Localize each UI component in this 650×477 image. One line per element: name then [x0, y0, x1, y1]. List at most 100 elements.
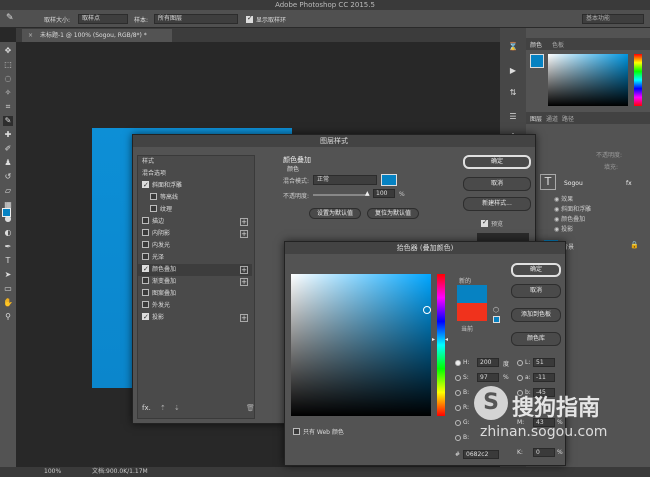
path-select-icon[interactable]: ➤	[3, 270, 13, 280]
b-radio[interactable]: B:	[455, 389, 469, 396]
layer-fx-badge[interactable]: fx	[626, 180, 632, 187]
style-checkbox[interactable]	[142, 179, 149, 191]
add-effect-icon[interactable]: +	[240, 230, 248, 238]
a-radio[interactable]: a:	[517, 374, 531, 381]
preview-checkbox[interactable]: 预览	[481, 218, 503, 228]
quick-select-icon[interactable]: ✧	[3, 88, 13, 98]
style-item[interactable]: 光泽	[138, 252, 252, 264]
tab-color[interactable]: 颜色	[530, 40, 542, 49]
blending-options[interactable]: 混合选项	[138, 168, 252, 180]
pen-tool-icon[interactable]: ✒	[3, 242, 13, 252]
style-item[interactable]: 描边 +	[138, 216, 252, 228]
sample-size-select[interactable]: 取样点	[78, 14, 128, 24]
crop-tool-icon[interactable]: ⌗	[3, 102, 13, 112]
move-up-icon[interactable]: ⇡	[160, 404, 166, 412]
l-radio[interactable]: L:	[517, 359, 530, 366]
close-icon[interactable]: ×	[28, 29, 33, 42]
tab-paths[interactable]: 路径	[562, 114, 574, 123]
h-input[interactable]: 200	[477, 358, 499, 367]
r-radio[interactable]: R:	[455, 404, 469, 411]
style-checkbox[interactable]	[150, 205, 157, 212]
layer-name-sogou[interactable]: Sogou	[564, 180, 583, 187]
color-libraries-button[interactable]: 颜色库	[511, 332, 561, 346]
hue-left-arrow-icon[interactable]: ▸	[432, 336, 435, 343]
history-icon[interactable]: ⌛	[508, 42, 518, 52]
set-default-button[interactable]: 设置为默认值	[309, 208, 361, 219]
color-panel-field[interactable]	[548, 54, 628, 106]
dodge-tool-icon[interactable]: ◐	[3, 228, 13, 238]
a-input[interactable]: -11	[533, 373, 555, 382]
l-input[interactable]: 51	[533, 358, 555, 367]
eraser-tool-icon[interactable]: ▱	[3, 186, 13, 196]
trash-icon[interactable]: 🗑	[246, 404, 255, 412]
style-checkbox[interactable]	[142, 241, 149, 248]
tab-swatches[interactable]: 色板	[552, 40, 564, 49]
picker-ok-button[interactable]: 确定	[511, 263, 561, 277]
marquee-tool-icon[interactable]: ⬚	[3, 60, 13, 70]
style-checkbox[interactable]	[142, 263, 149, 275]
shape-tool-icon[interactable]: ▭	[3, 284, 13, 294]
ok-button[interactable]: 确定	[463, 155, 531, 169]
color-panel-hue-slider[interactable]	[634, 54, 642, 106]
web-cube-icon[interactable]: ⬡	[493, 306, 499, 314]
type-tool-icon[interactable]: T	[3, 256, 13, 266]
tab-channels[interactable]: 通道	[546, 114, 558, 123]
blend-mode-select[interactable]: 正常	[313, 175, 377, 185]
tab-document[interactable]: × 未标题-1 @ 100% (Sogou, RGB/8*) *	[22, 29, 172, 42]
styles-header[interactable]: 样式	[138, 156, 252, 168]
style-item[interactable]: 内发光	[138, 240, 252, 252]
hue-right-arrow-icon[interactable]: ◂	[445, 336, 448, 343]
move-tool-icon[interactable]: ✥	[3, 46, 13, 56]
web-safe-swatch[interactable]	[493, 316, 500, 323]
opacity-input[interactable]: 100	[373, 189, 395, 198]
b2-radio[interactable]: B:	[455, 434, 469, 441]
style-checkbox[interactable]	[142, 217, 149, 224]
style-item[interactable]: 等高线	[138, 192, 252, 204]
s-radio[interactable]: S:	[455, 374, 469, 381]
h-radio[interactable]: H:	[455, 359, 470, 366]
brush-tool-icon[interactable]: ✐	[3, 144, 13, 154]
web-only-checkbox[interactable]: 只有 Web 颜色	[293, 427, 344, 436]
slider-thumb-icon[interactable]: ▲	[365, 190, 370, 197]
opacity-slider[interactable]	[313, 194, 369, 196]
workspace-select[interactable]: 基本功能	[582, 14, 644, 24]
show-ring-checkbox[interactable]: 显示取样环	[246, 14, 286, 24]
style-item[interactable]: 外发光	[138, 300, 252, 312]
history-brush-icon[interactable]: ↺	[3, 172, 13, 182]
style-item[interactable]: 内阴影 +	[138, 228, 252, 240]
add-effect-icon[interactable]: +	[240, 278, 248, 286]
add-effect-icon[interactable]: +	[240, 314, 248, 322]
style-item[interactable]: 斜面和浮雕	[138, 179, 252, 192]
move-down-icon[interactable]: ⇣	[174, 404, 180, 412]
color-field[interactable]	[291, 274, 431, 416]
healing-tool-icon[interactable]: ✚	[3, 130, 13, 140]
lasso-tool-icon[interactable]: ◌	[3, 74, 13, 84]
add-effect-icon[interactable]: +	[240, 218, 248, 226]
style-item[interactable]: 图案叠加	[138, 288, 252, 300]
fx-menu-button[interactable]: fx.	[142, 404, 151, 412]
style-checkbox[interactable]	[142, 311, 149, 323]
color-panel-fg-swatch[interactable]	[530, 54, 544, 68]
picker-cancel-button[interactable]: 取消	[511, 284, 561, 298]
properties-icon[interactable]: ☰	[508, 112, 518, 122]
style-checkbox[interactable]	[142, 289, 149, 296]
style-item[interactable]: 颜色叠加 +	[138, 263, 252, 276]
add-effect-icon[interactable]: +	[240, 266, 248, 274]
style-item[interactable]: 渐变叠加 +	[138, 276, 252, 288]
style-checkbox[interactable]	[142, 253, 149, 260]
s-input[interactable]: 97	[477, 373, 499, 382]
eyedropper-tool-icon[interactable]: ✎	[3, 116, 13, 126]
k-input[interactable]: 0	[533, 448, 555, 457]
style-checkbox[interactable]	[142, 229, 149, 236]
color-field-marker[interactable]	[423, 306, 431, 314]
foreground-color-swatch[interactable]	[2, 208, 11, 217]
reset-default-button[interactable]: 复位为默认值	[367, 208, 419, 219]
zoom-tool-icon[interactable]: ⚲	[3, 312, 13, 322]
current-color-preview[interactable]	[457, 303, 487, 321]
adjust-icon[interactable]: ⇅	[508, 88, 518, 98]
style-checkbox[interactable]	[142, 301, 149, 308]
hand-tool-icon[interactable]: ✋	[3, 298, 13, 308]
add-to-swatches-button[interactable]: 添加到色板	[511, 308, 561, 322]
new-style-button[interactable]: 新建样式...	[463, 197, 531, 211]
cancel-button[interactable]: 取消	[463, 177, 531, 191]
